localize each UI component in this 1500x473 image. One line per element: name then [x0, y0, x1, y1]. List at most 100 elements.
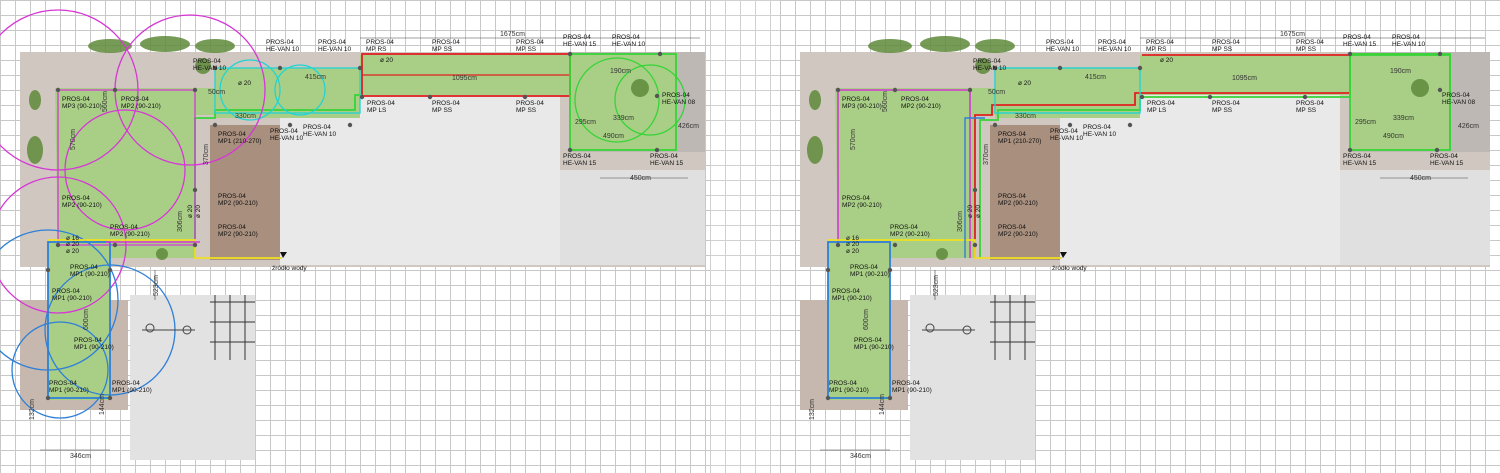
svg-text:PROS-04: PROS-04 [1083, 124, 1111, 131]
svg-text:PROS-04: PROS-04 [563, 153, 591, 160]
svg-text:PROS-04: PROS-04 [1296, 39, 1324, 46]
svg-text:MP2 (90-210): MP2 (90-210) [890, 231, 930, 238]
water-source-label: źródło wody [272, 265, 307, 272]
svg-text:50cm: 50cm [988, 89, 1005, 96]
svg-text:PROS-04: PROS-04 [1146, 39, 1174, 46]
svg-text:HE-VAN 10: HE-VAN 10 [270, 135, 303, 142]
svg-text:570cm: 570cm [850, 129, 857, 150]
svg-text:415cm: 415cm [1085, 74, 1106, 81]
svg-text:PROS-04: PROS-04 [563, 34, 591, 41]
svg-text:PROS-04: PROS-04 [842, 195, 870, 202]
svg-text:PROS-04: PROS-04 [1212, 39, 1240, 46]
svg-text:HE-VAN 10: HE-VAN 10 [1098, 46, 1131, 53]
svg-text:MP1 (90-210): MP1 (90-210) [70, 271, 110, 278]
svg-text:PROS-04: PROS-04 [832, 288, 860, 295]
svg-text:PROS-04: PROS-04 [49, 380, 77, 387]
svg-text:ø 20: ø 20 [66, 241, 79, 248]
svg-text:PROS-04: PROS-04 [854, 337, 882, 344]
svg-text:HE-VAN 10: HE-VAN 10 [612, 41, 645, 48]
svg-text:PROS-04: PROS-04 [1430, 153, 1458, 160]
svg-text:490cm: 490cm [603, 133, 624, 140]
svg-text:PROS-04: PROS-04 [1050, 128, 1078, 135]
svg-text:1675cm: 1675cm [500, 31, 525, 38]
svg-text:PROS-04: PROS-04 [110, 224, 138, 231]
grid-gap [710, 0, 780, 473]
svg-text:PROS-04: PROS-04 [218, 224, 246, 231]
svg-text:MP1 (210-270): MP1 (210-270) [218, 138, 261, 145]
plan-drawing-right: PROS-04HE-VAN 10 PROS-04HE-VAN 10 PROS-0… [800, 31, 1490, 460]
svg-text:PROS-04: PROS-04 [432, 39, 460, 46]
svg-text:MP3 (90-210): MP3 (90-210) [842, 103, 882, 110]
svg-text:306cm: 306cm [177, 211, 184, 232]
svg-text:50cm: 50cm [208, 89, 225, 96]
svg-text:PROS-04: PROS-04 [70, 264, 98, 271]
svg-text:PROS-04: PROS-04 [842, 96, 870, 103]
svg-text:PROS-04: PROS-04 [973, 58, 1001, 65]
svg-text:MP SS: MP SS [1296, 107, 1317, 114]
svg-text:HE-VAN 10: HE-VAN 10 [1050, 135, 1083, 142]
svg-text:1095cm: 1095cm [1232, 75, 1257, 82]
svg-text:PROS-04: PROS-04 [1343, 153, 1371, 160]
svg-text:MP1 (90-210): MP1 (90-210) [854, 344, 894, 351]
svg-text:HE-VAN 15: HE-VAN 15 [650, 160, 683, 167]
svg-text:600cm: 600cm [863, 309, 870, 330]
svg-text:MP SS: MP SS [516, 46, 537, 53]
svg-text:ø 20: ø 20 [1160, 57, 1173, 64]
svg-text:MP2 (90-210): MP2 (90-210) [62, 202, 102, 209]
svg-text:PROS-04: PROS-04 [366, 39, 394, 46]
svg-text:PROS-04: PROS-04 [432, 100, 460, 107]
svg-text:PROS-04: PROS-04 [74, 337, 102, 344]
paved-area [1340, 170, 1490, 265]
irrigation-plan-right: PROS-04 HE-VAN 10 PROS-04 HE-VAN 10 PROS-0… [780, 0, 1500, 473]
svg-text:MP3 (90-210): MP3 (90-210) [62, 103, 102, 110]
svg-text:330cm: 330cm [235, 113, 256, 120]
svg-text:MP LS: MP LS [1147, 107, 1167, 114]
svg-text:HE-VAN 10: HE-VAN 10 [266, 46, 299, 53]
svg-text:HE-VAN 10: HE-VAN 10 [973, 65, 1006, 72]
svg-text:PROS-04: PROS-04 [890, 224, 918, 231]
svg-text:HE-VAN 10: HE-VAN 10 [1046, 46, 1079, 53]
svg-text:PROS-04: PROS-04 [62, 96, 90, 103]
svg-text:PROS-04: PROS-04 [662, 92, 690, 99]
svg-text:PROS-04: PROS-04 [52, 288, 80, 295]
svg-text:MP SS: MP SS [1212, 107, 1233, 114]
svg-text:1675cm: 1675cm [1280, 31, 1305, 38]
svg-text:MP2 (90-210): MP2 (90-210) [842, 202, 882, 209]
svg-text:PROS-04: PROS-04 [650, 153, 678, 160]
water-source-label: źródło wody [1052, 265, 1087, 272]
svg-text:MP2 (90-210): MP2 (90-210) [121, 103, 161, 110]
svg-text:370cm: 370cm [203, 144, 210, 165]
svg-text:PROS-04: PROS-04 [998, 193, 1026, 200]
svg-text:MP SS: MP SS [516, 107, 537, 114]
svg-text:415cm: 415cm [305, 74, 326, 81]
svg-text:MP SS: MP SS [432, 46, 453, 53]
svg-text:PROS-04: PROS-04 [1296, 100, 1324, 107]
svg-text:PROS-04: PROS-04 [829, 380, 857, 387]
svg-text:HE-VAN 08: HE-VAN 08 [1442, 99, 1475, 106]
paved-area [560, 170, 705, 265]
svg-text:560cm: 560cm [882, 91, 889, 112]
svg-text:PROS-04: PROS-04 [112, 380, 140, 387]
svg-text:PROS-04: PROS-04 [1098, 39, 1126, 46]
svg-text:PROS-04: PROS-04 [901, 96, 929, 103]
svg-text:PROS-04: PROS-04 [193, 58, 221, 65]
svg-text:1095cm: 1095cm [452, 75, 477, 82]
svg-text:HE-VAN 15: HE-VAN 15 [1343, 41, 1376, 48]
svg-text:ø 20: ø 20 [66, 248, 79, 255]
svg-text:MP SS: MP SS [1212, 46, 1233, 53]
svg-text:190cm: 190cm [1390, 68, 1411, 75]
svg-text:HE-VAN 15: HE-VAN 15 [563, 160, 596, 167]
svg-text:450cm: 450cm [630, 175, 651, 182]
svg-text:PROS-04: PROS-04 [367, 100, 395, 107]
irrigation-plan-left: PROS-04 HE-VAN 10 PROS-04 HE-VAN 10 PROS-0… [0, 0, 710, 473]
lower-terrace [130, 295, 255, 460]
svg-text:MP1 (90-210): MP1 (90-210) [52, 295, 92, 302]
svg-text:MP2 (90-210): MP2 (90-210) [998, 231, 1038, 238]
house-terrace [280, 95, 560, 265]
svg-text:MP RS: MP RS [366, 46, 387, 53]
svg-text:330cm: 330cm [1015, 113, 1036, 120]
svg-text:PROS-04: PROS-04 [1343, 34, 1371, 41]
svg-text:HE-VAN 15: HE-VAN 15 [563, 41, 596, 48]
svg-text:600cm: 600cm [83, 309, 90, 330]
svg-text:PROS-04: PROS-04 [998, 224, 1026, 231]
